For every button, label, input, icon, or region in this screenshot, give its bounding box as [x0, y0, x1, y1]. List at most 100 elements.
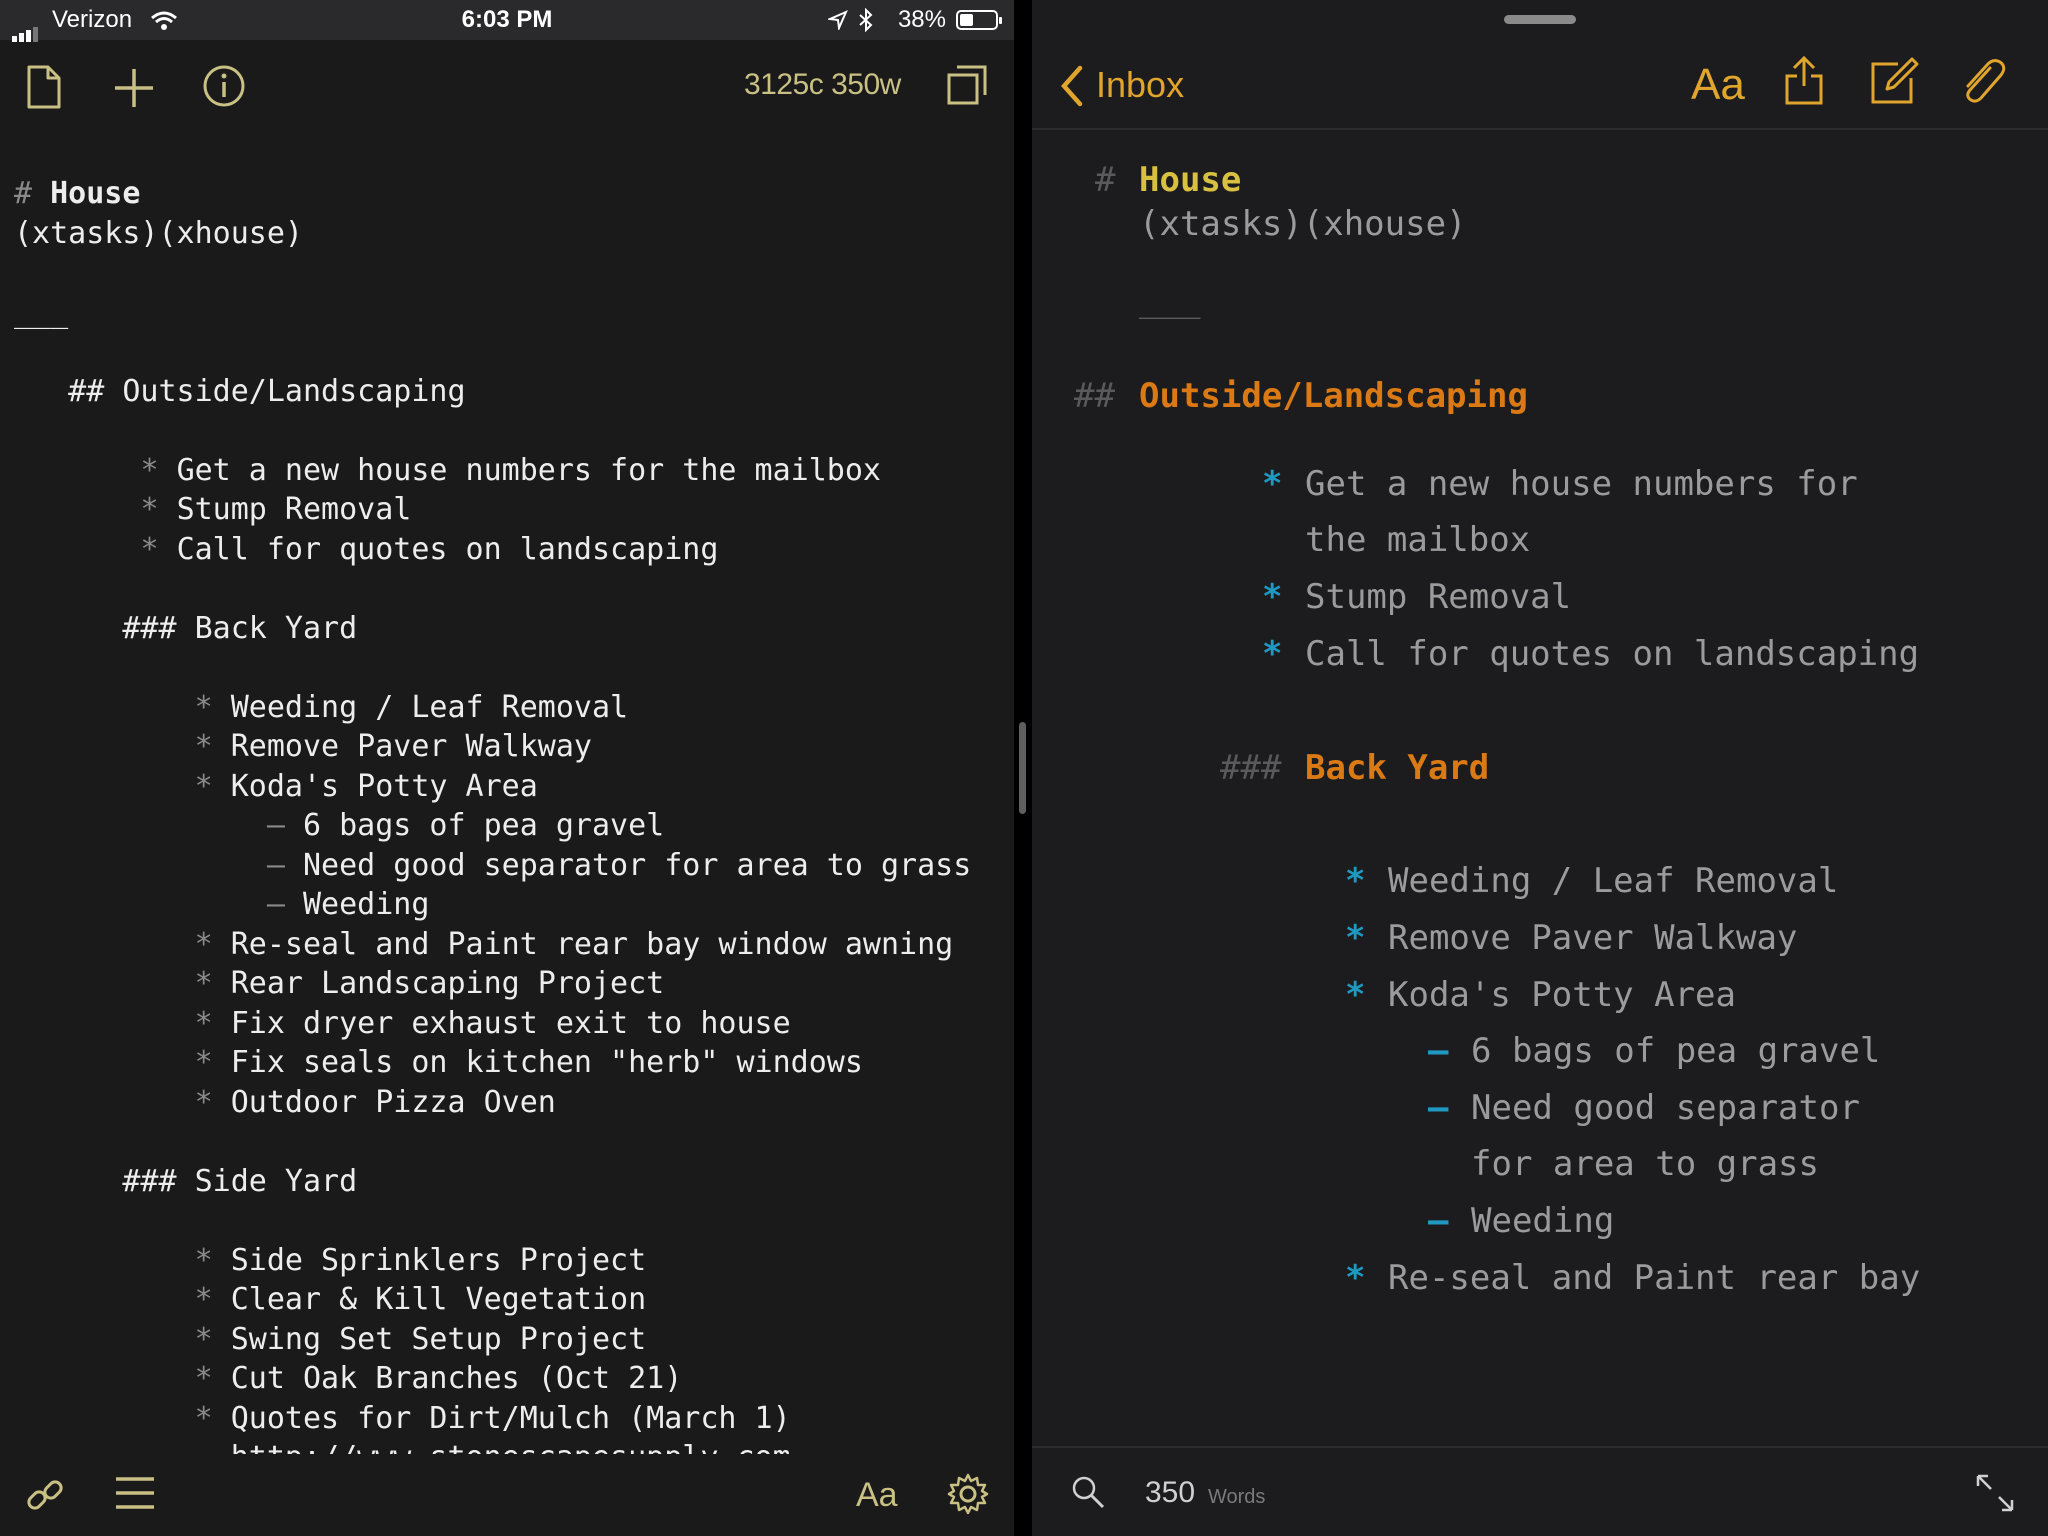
- editor-line[interactable]: * Call for quotes on landscaping: [14, 530, 1004, 570]
- share-icon[interactable]: [1784, 56, 1824, 106]
- line-marker: *: [194, 1045, 231, 1080]
- line-marker: #: [14, 176, 51, 211]
- editor-line[interactable]: * Side Sprinklers Project: [14, 1241, 1004, 1281]
- chevron-left-icon: [1060, 65, 1083, 107]
- editor-bottom-bar: Aa: [0, 1456, 1014, 1536]
- line-text: Swing Set Setup Project: [230, 1321, 647, 1357]
- editor-line[interactable]: * Fix seals on kitchen "herb" windows: [14, 1043, 1004, 1083]
- line-marker: *: [194, 926, 231, 962]
- editor-line[interactable]: * Outdoor Pizza Oven: [14, 1083, 1004, 1123]
- add-icon[interactable]: [112, 66, 156, 110]
- preview-pane: Inbox Aa # House (xtasks)(xhouse) ___ ##…: [1032, 0, 2048, 1536]
- editor-line[interactable]: http://www.stonescapesupply.com: [14, 1438, 1004, 1454]
- markdown-editor[interactable]: # House (xtasks)(xhouse) ___ ## Outside/La…: [14, 174, 1004, 1454]
- new-document-icon[interactable]: [26, 64, 62, 110]
- compose-icon[interactable]: [1870, 56, 1920, 106]
- bullet-marker: *: [1262, 634, 1283, 674]
- font-size-button[interactable]: Aa: [1691, 60, 1745, 110]
- line-text: Call for quotes on landscaping: [176, 531, 719, 567]
- editor-line[interactable]: * Clear & Kill Vegetation: [14, 1280, 1004, 1320]
- gear-icon[interactable]: [946, 1472, 990, 1516]
- list-item: Call for quotes on landscaping: [1305, 634, 1920, 674]
- list-item: Koda's Potty Area: [1388, 975, 1736, 1015]
- line-marker: *: [194, 1282, 231, 1317]
- editor-line[interactable]: [14, 569, 1004, 609]
- line-marker: *: [194, 1361, 231, 1396]
- expand-icon[interactable]: [946, 64, 988, 106]
- h2-marker: ##: [1074, 376, 1115, 416]
- line-marker: *: [194, 689, 231, 725]
- menu-icon[interactable]: [114, 1476, 156, 1510]
- editor-line[interactable]: [14, 332, 1004, 372]
- line-marker: *: [194, 1400, 231, 1436]
- editor-line[interactable]: [14, 411, 1004, 451]
- editor-line[interactable]: ___: [14, 293, 1004, 333]
- pane-grabber[interactable]: [1504, 15, 1576, 24]
- sub-list-item: 6 bags of pea gravel: [1471, 1031, 1881, 1071]
- editor-line[interactable]: – Weeding: [14, 885, 1004, 925]
- font-size-label: Aa: [1691, 60, 1745, 109]
- character-word-count[interactable]: 3125c 350w: [744, 68, 901, 102]
- line-text: 6 bags of pea gravel: [303, 808, 665, 843]
- editor-line[interactable]: [14, 648, 1004, 688]
- list-item: Weeding / Leaf Removal: [1388, 861, 1839, 901]
- dash-marker: –: [1428, 1088, 1449, 1128]
- editor-line[interactable]: * Stump Removal: [14, 490, 1004, 530]
- font-settings-label[interactable]: Aa: [856, 1476, 898, 1515]
- line-text: Fix dryer exhaust exit to house: [230, 1005, 791, 1041]
- editor-line[interactable]: – Need good separator for area to grass: [14, 846, 1004, 886]
- split-divider[interactable]: [1014, 0, 1032, 1536]
- editor-line[interactable]: * Get a new house numbers for the mailbo…: [14, 451, 1004, 491]
- bullet-marker: *: [1262, 577, 1283, 617]
- editor-line[interactable]: * Koda's Potty Area: [14, 767, 1004, 807]
- editor-line[interactable]: (xtasks)(xhouse): [14, 214, 1004, 254]
- editor-line[interactable]: – 6 bags of pea gravel: [14, 806, 1004, 846]
- editor-line[interactable]: * Quotes for Dirt/Mulch (March 1): [14, 1399, 1004, 1439]
- editor-line[interactable]: [14, 1201, 1004, 1241]
- link-icon[interactable]: [22, 1472, 68, 1518]
- editor-line[interactable]: ### Back Yard: [14, 609, 1004, 649]
- line-text: ___: [14, 294, 69, 330]
- editor-line[interactable]: ### Side Yard: [14, 1162, 1004, 1202]
- search-icon[interactable]: [1070, 1474, 1106, 1510]
- sub-list-item-continuation: for area to grass: [1471, 1144, 1819, 1184]
- fullscreen-icon[interactable]: [1974, 1472, 2016, 1514]
- line-marker: –: [266, 808, 303, 843]
- line-marker: *: [194, 1242, 231, 1278]
- h1-heading: House: [1139, 160, 1242, 200]
- line-text: (xtasks)(xhouse): [14, 215, 303, 251]
- editor-line[interactable]: * Cut Oak Branches (Oct 21): [14, 1359, 1004, 1399]
- preview-bottom-bar: 350 Words: [1032, 1446, 2048, 1536]
- editor-toolbar: 3125c 350w: [0, 40, 1014, 140]
- editor-line[interactable]: * Rear Landscaping Project: [14, 964, 1004, 1004]
- line-text: Re-seal and Paint rear bay window awning: [230, 926, 954, 962]
- editor-line[interactable]: [14, 253, 1004, 293]
- editor-line[interactable]: * Swing Set Setup Project: [14, 1320, 1004, 1360]
- line-marker: *: [194, 729, 231, 764]
- line-marker: *: [140, 452, 177, 488]
- h2-heading: Outside/Landscaping: [1139, 376, 1528, 416]
- editor-line[interactable]: * Remove Paver Walkway: [14, 727, 1004, 767]
- editor-line[interactable]: [14, 1122, 1004, 1162]
- sub-list-item: Weeding: [1471, 1201, 1615, 1241]
- editor-line[interactable]: * Weeding / Leaf Removal: [14, 688, 1004, 728]
- line-text: Rear Landscaping Project: [230, 966, 665, 1001]
- editor-line[interactable]: ## Outside/Landscaping: [14, 372, 1004, 412]
- paperclip-icon[interactable]: [1960, 56, 2008, 106]
- battery-percent: 38%: [897, 6, 946, 33]
- line-text: Weeding: [303, 887, 430, 922]
- editor-line[interactable]: # House: [14, 174, 1004, 214]
- line-text: Side Sprinklers Project: [230, 1242, 647, 1278]
- editor-line[interactable]: * Re-seal and Paint rear bay window awni…: [14, 925, 1004, 965]
- editor-line[interactable]: * Fix dryer exhaust exit to house: [14, 1004, 1004, 1044]
- split-handle[interactable]: [1019, 722, 1026, 814]
- line-text: ### Side Yard: [14, 1163, 358, 1199]
- info-icon[interactable]: [202, 64, 246, 108]
